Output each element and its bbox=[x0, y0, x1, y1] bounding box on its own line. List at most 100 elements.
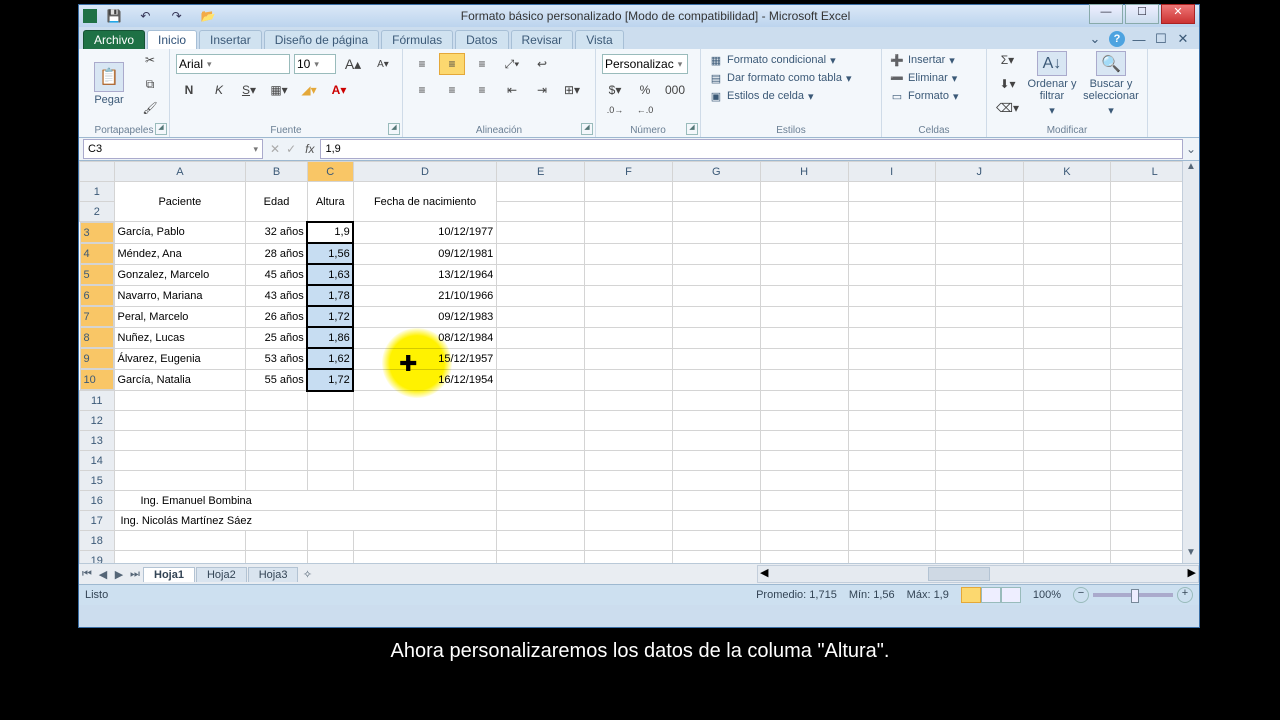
font-name-select[interactable]: Arial▾ bbox=[176, 54, 290, 74]
cell[interactable]: 08/12/1984 bbox=[353, 327, 497, 348]
cell-selected[interactable]: 1,78 bbox=[307, 285, 353, 306]
align-top-icon[interactable]: ≡ bbox=[409, 53, 435, 75]
align-left-icon[interactable]: ≡ bbox=[409, 79, 435, 101]
cancel-formula-icon[interactable]: ✕ bbox=[270, 142, 280, 156]
delete-cells-button[interactable]: ➖Eliminar ▾ bbox=[888, 69, 980, 87]
col-header-F[interactable]: F bbox=[585, 162, 673, 182]
view-normal-button[interactable] bbox=[961, 587, 981, 603]
maximize-button[interactable]: ☐ bbox=[1125, 4, 1159, 24]
row-header[interactable]: 11 bbox=[80, 391, 115, 411]
number-dialog-launcher[interactable]: ◢ bbox=[686, 123, 698, 135]
zoom-out-button[interactable]: − bbox=[1073, 587, 1089, 603]
row-header[interactable]: 6 bbox=[80, 285, 114, 306]
increase-indent-icon[interactable]: ⇥ bbox=[529, 79, 555, 101]
col-header-I[interactable]: I bbox=[848, 162, 935, 182]
save-icon[interactable]: 💾 bbox=[101, 6, 127, 26]
col-header-C[interactable]: C bbox=[307, 162, 353, 182]
undo-icon[interactable]: ↶ bbox=[132, 6, 158, 26]
fill-color-button[interactable]: ◢▾ bbox=[296, 79, 322, 101]
row-header[interactable]: 8 bbox=[80, 327, 114, 348]
increase-decimal-icon[interactable]: .0→ bbox=[602, 99, 628, 121]
conditional-formatting-button[interactable]: ▦Formato condicional ▾ bbox=[707, 51, 875, 69]
minimize-ribbon-icon[interactable]: ⌄ bbox=[1087, 31, 1103, 47]
row-header[interactable]: 1 bbox=[80, 182, 115, 202]
insert-cells-button[interactable]: ➕Insertar ▾ bbox=[888, 51, 980, 69]
cell[interactable]: García, Natalia bbox=[114, 369, 246, 391]
row-header[interactable]: 16 bbox=[80, 491, 115, 511]
cell[interactable]: 16/12/1954 bbox=[353, 369, 497, 391]
cell[interactable]: 53 años bbox=[246, 348, 307, 369]
paste-button[interactable]: 📋 Pegar bbox=[85, 51, 133, 117]
cell[interactable]: Méndez, Ana bbox=[114, 243, 246, 264]
zoom-slider[interactable] bbox=[1093, 593, 1173, 597]
font-size-select[interactable]: 10▾ bbox=[294, 54, 336, 74]
new-sheet-icon[interactable]: ✧ bbox=[299, 568, 315, 581]
font-dialog-launcher[interactable]: ◢ bbox=[388, 123, 400, 135]
zoom-in-button[interactable]: + bbox=[1177, 587, 1193, 603]
col-header-G[interactable]: G bbox=[672, 162, 760, 182]
align-right-icon[interactable]: ≡ bbox=[469, 79, 495, 101]
number-format-select[interactable]: Personalizac▾ bbox=[602, 54, 688, 74]
align-center-icon[interactable]: ≡ bbox=[439, 79, 465, 101]
minimize-button[interactable]: — bbox=[1089, 4, 1123, 24]
row-header[interactable]: 9 bbox=[80, 348, 114, 369]
row-header[interactable]: 10 bbox=[80, 369, 114, 390]
row-header[interactable]: 15 bbox=[80, 471, 115, 491]
underline-button[interactable]: S▾ bbox=[236, 79, 262, 101]
cell[interactable]: 10/12/1977 bbox=[353, 222, 497, 244]
cell[interactable]: Altura bbox=[307, 182, 353, 222]
row-header[interactable]: 7 bbox=[80, 306, 114, 327]
cell[interactable]: Ing. Nicolás Martínez Sáez bbox=[114, 511, 497, 531]
currency-icon[interactable]: $▾ bbox=[602, 79, 628, 101]
sheet-nav-first-icon[interactable]: ⏮ bbox=[79, 568, 95, 581]
close-button[interactable]: ✕ bbox=[1161, 4, 1195, 24]
format-painter-icon[interactable]: 🖌 bbox=[137, 97, 163, 119]
find-select-button[interactable]: 🔍Buscar y seleccionar▾ bbox=[1082, 51, 1140, 117]
view-page-layout-button[interactable] bbox=[981, 587, 1001, 603]
cell[interactable]: 09/12/1983 bbox=[353, 306, 497, 327]
cell[interactable]: 55 años bbox=[246, 369, 307, 391]
bold-button[interactable]: N bbox=[176, 79, 202, 101]
col-header-E[interactable]: E bbox=[497, 162, 585, 182]
decrease-decimal-icon[interactable]: ←.0 bbox=[632, 99, 658, 121]
cell[interactable]: Gonzalez, Marcelo bbox=[114, 264, 246, 285]
borders-button[interactable]: ▦▾ bbox=[266, 79, 292, 101]
cell[interactable]: Paciente bbox=[114, 182, 246, 222]
cell[interactable]: Fecha de nacimiento bbox=[353, 182, 497, 222]
cell[interactable]: Edad bbox=[246, 182, 307, 222]
col-header-K[interactable]: K bbox=[1023, 162, 1111, 182]
col-header-B[interactable]: B bbox=[246, 162, 307, 182]
cell[interactable]: 28 años bbox=[246, 243, 307, 264]
zoom-level[interactable]: 100% bbox=[1033, 589, 1061, 601]
row-header[interactable]: 19 bbox=[80, 551, 115, 564]
shrink-font-icon[interactable]: A▾ bbox=[370, 53, 396, 75]
sheet-tab-hoja2[interactable]: Hoja2 bbox=[196, 567, 247, 582]
doc-minimize-icon[interactable]: — bbox=[1131, 31, 1147, 47]
col-header-D[interactable]: D bbox=[353, 162, 497, 182]
autosum-icon[interactable]: Σ▾ bbox=[993, 49, 1022, 71]
fill-icon[interactable]: ⬇▾ bbox=[993, 73, 1022, 95]
cell-styles-button[interactable]: ▣Estilos de celda ▾ bbox=[707, 87, 875, 105]
cut-icon[interactable]: ✂ bbox=[137, 49, 163, 71]
row-header[interactable]: 5 bbox=[80, 264, 114, 285]
cell[interactable]: 45 años bbox=[246, 264, 307, 285]
clipboard-dialog-launcher[interactable]: ◢ bbox=[155, 123, 167, 135]
grow-font-icon[interactable]: A▴ bbox=[340, 53, 366, 75]
cell[interactable]: Álvarez, Eugenia bbox=[114, 348, 246, 369]
cell-selected[interactable]: 1,56 bbox=[307, 243, 353, 264]
cell[interactable]: 15/12/1957 bbox=[353, 348, 497, 369]
open-icon[interactable]: 📂 bbox=[195, 6, 221, 26]
help-icon[interactable]: ? bbox=[1109, 31, 1125, 47]
row-header[interactable]: 4 bbox=[80, 243, 114, 264]
format-as-table-button[interactable]: ▤Dar formato como tabla ▾ bbox=[707, 69, 875, 87]
confirm-formula-icon[interactable]: ✓ bbox=[286, 142, 296, 156]
cell[interactable]: 21/10/1966 bbox=[353, 285, 497, 306]
cell-selected[interactable]: 1,72 bbox=[307, 306, 353, 327]
align-bottom-icon[interactable]: ≡ bbox=[469, 53, 495, 75]
tab-page-layout[interactable]: Diseño de página bbox=[264, 30, 379, 49]
view-page-break-button[interactable] bbox=[1001, 587, 1021, 603]
cell-selected[interactable]: 1,62 bbox=[307, 348, 353, 369]
cell[interactable]: 13/12/1964 bbox=[353, 264, 497, 285]
cell-selected[interactable]: 1,72 bbox=[307, 369, 353, 391]
tab-file[interactable]: Archivo bbox=[83, 30, 145, 49]
